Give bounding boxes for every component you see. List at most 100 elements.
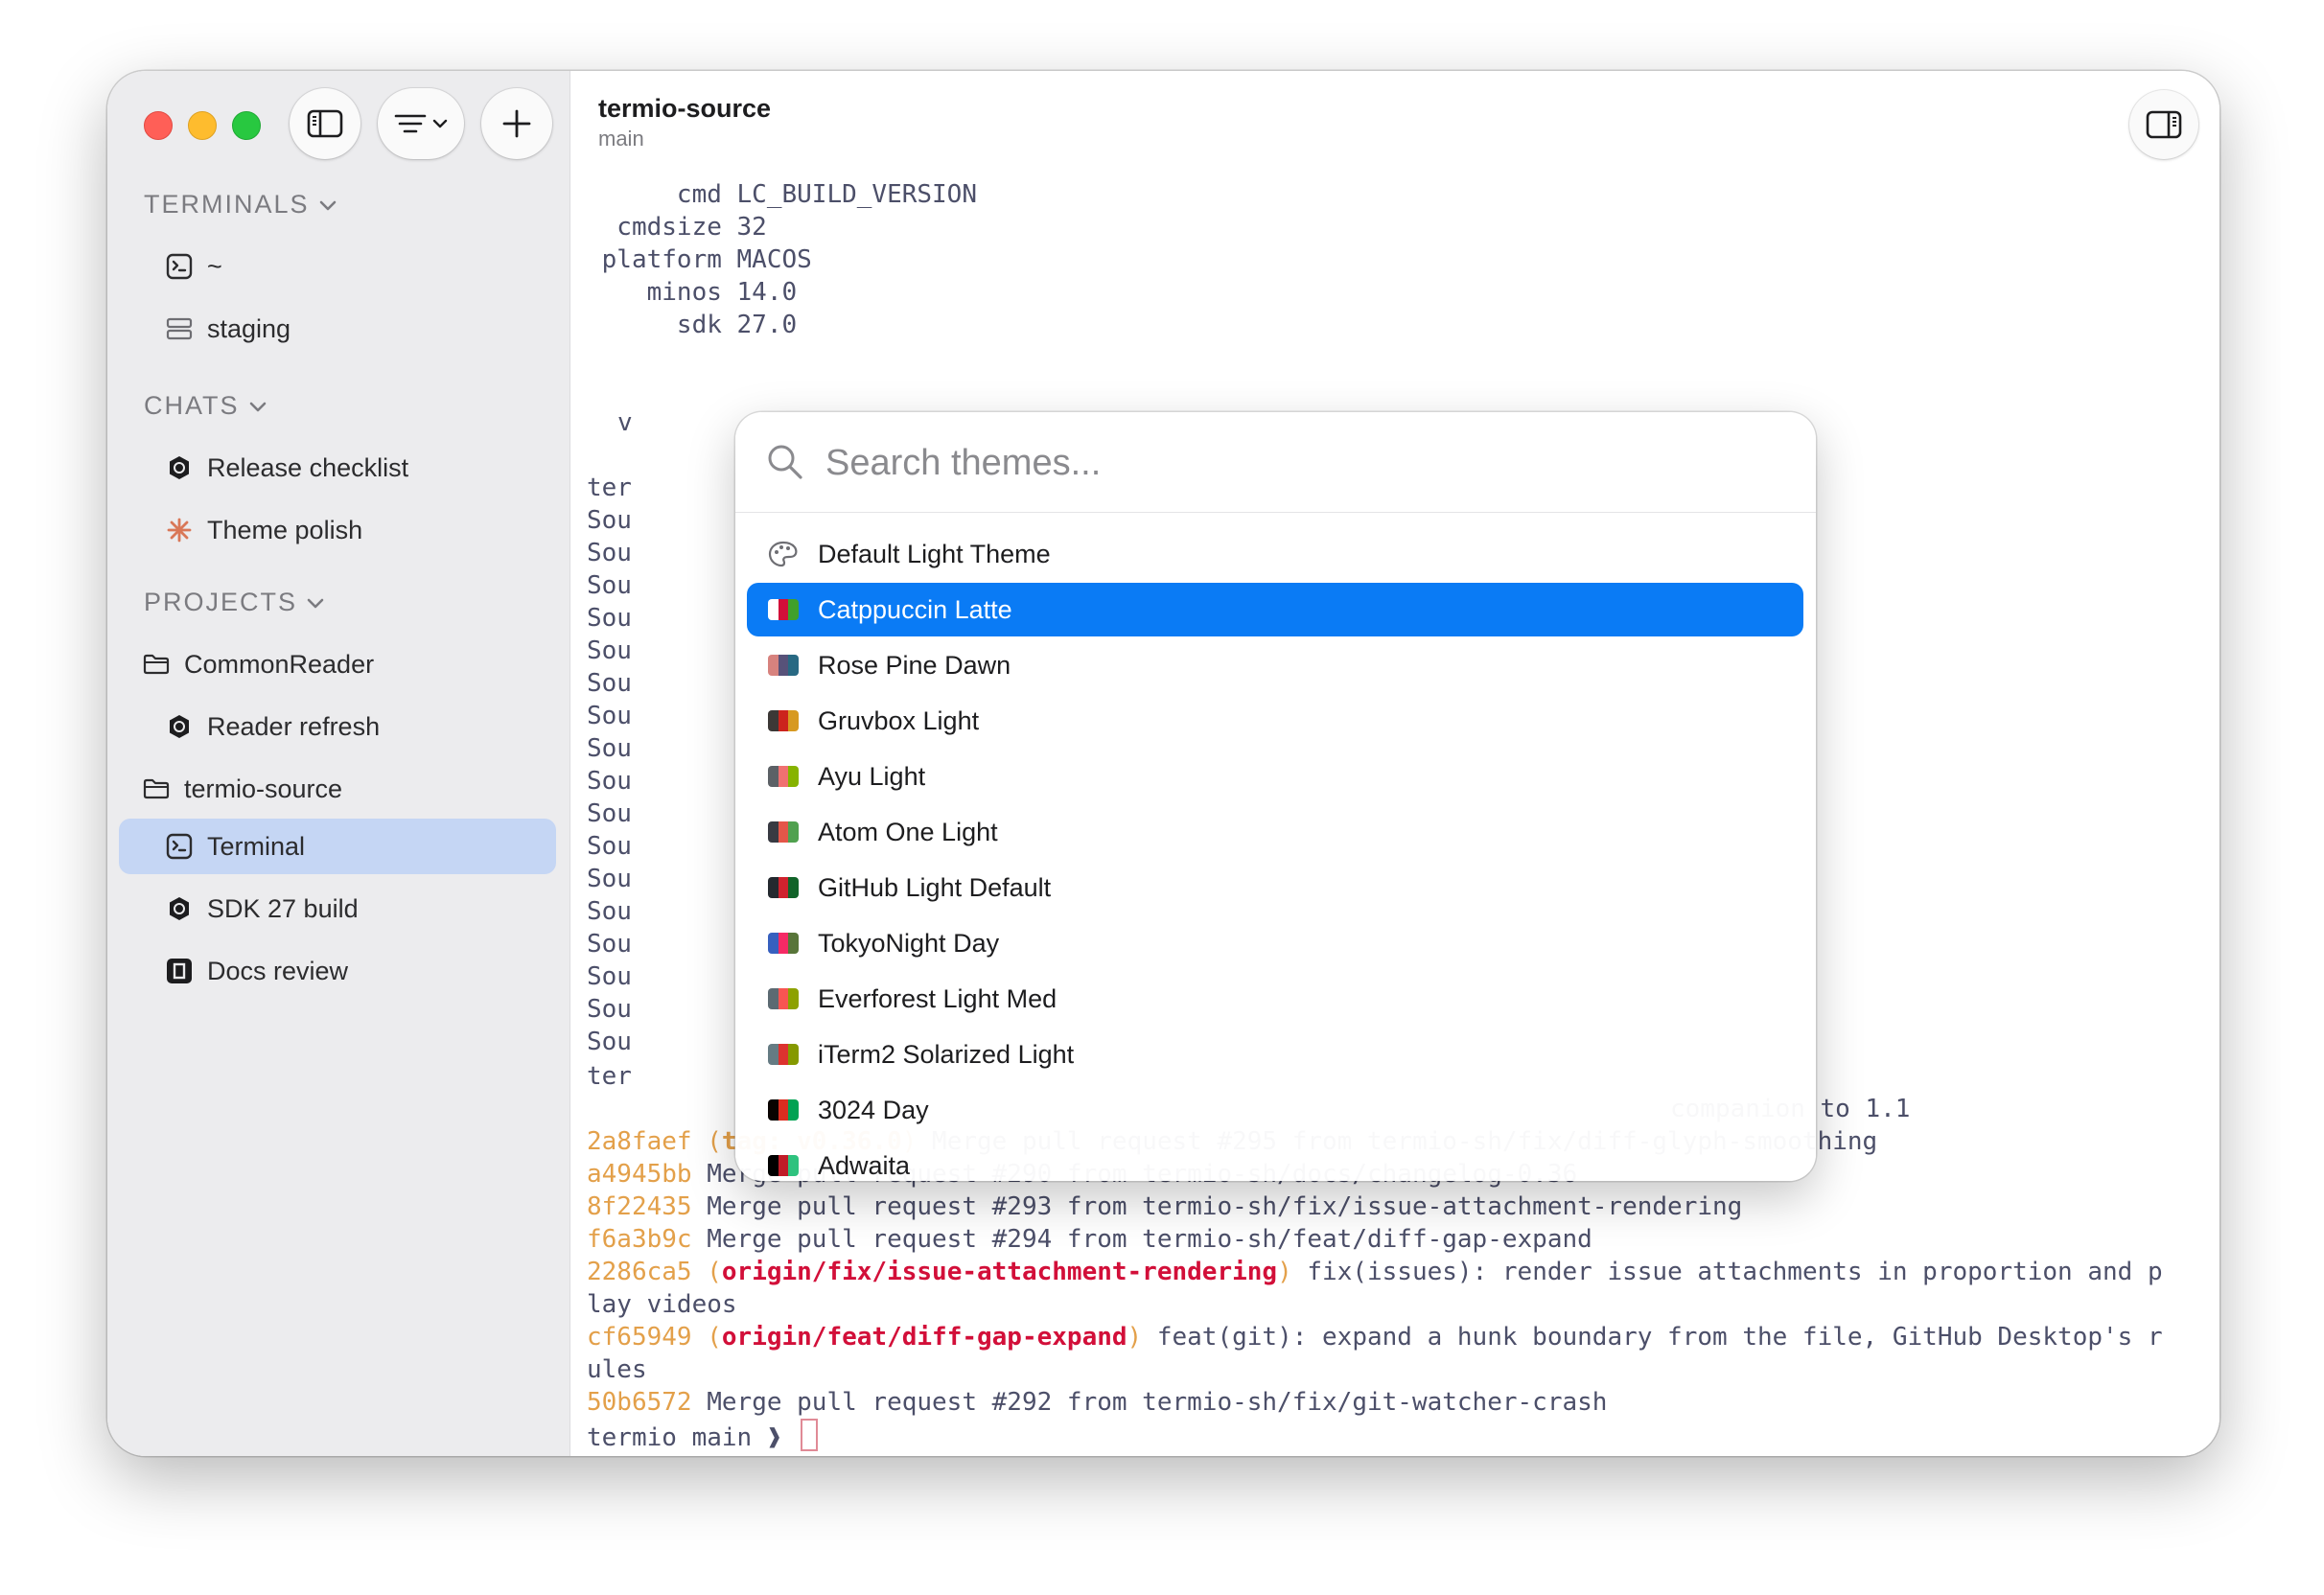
git-log-line: 50b6572 Merge pull request #292 from ter… [587,1386,1607,1419]
terminal-cursor [801,1419,819,1451]
theme-name: Rose Pine Dawn [818,650,1011,680]
minimize-window-button[interactable] [188,111,217,140]
ref-paren: ( [691,1323,722,1352]
terminal-line-fragment: ter [587,474,632,502]
theme-search-bar [735,412,1816,513]
chevron-down-icon [249,402,266,411]
terminal-line-fragment: Sou [587,702,632,730]
terminal-line-fragment: Sou [587,865,632,893]
sidebar-item-home-terminal[interactable]: ~ [165,239,222,294]
chevron-down-icon [307,598,324,608]
folder-icon [142,774,171,803]
theme-option[interactable]: Catppuccin Latte [747,583,1803,636]
branch-ref: origin/feat/diff-gap-expand [721,1323,1127,1352]
theme-search-input[interactable] [824,431,1767,495]
sidebar-item-commonreader[interactable]: CommonReader [142,636,374,692]
theme-option[interactable]: Rose Pine Dawn [747,638,1803,692]
git-log-line: ules [587,1353,647,1386]
section-header-projects[interactable]: PROJECTS [144,588,324,617]
sidebar-item-termio-source[interactable]: termio-source [142,761,342,817]
theme-option[interactable]: iTerm2 Solarized Light [747,1028,1803,1081]
zoom-window-button[interactable] [232,111,261,140]
claude-icon [165,516,194,544]
commit-hash: 8f22435 [587,1192,692,1221]
terminal-line-fragment: Sou [587,539,632,567]
theme-name: 3024 Day [818,1095,929,1124]
theme-swatch-icon [768,1099,799,1121]
terminal-line-fragment: Sou [587,962,632,991]
theme-name: TokyoNight Day [818,928,1000,958]
terminal-line-fragment: Sou [587,897,632,926]
shell-prompt[interactable]: termio main ❱ [587,1419,819,1452]
terminal-icon [165,252,194,281]
openai-icon [165,894,194,923]
theme-option[interactable]: TokyoNight Day [747,916,1803,970]
close-window-button[interactable] [144,111,173,140]
theme-swatch-icon [768,766,799,787]
ref-paren: ) [1277,1258,1292,1286]
sidebar-item-staging[interactable]: staging [165,301,290,357]
theme-option[interactable]: GitHub Light Default [747,861,1803,914]
terminal-line-fragment: Sou [587,767,632,796]
terminal-line-fragment: Sou [587,636,632,665]
commit-message: lay videos [587,1290,737,1319]
commit-hash: f6a3b9c [587,1225,692,1254]
commit-message: fix(issues): render issue attachments in… [1291,1258,2163,1286]
theme-option[interactable]: Ayu Light [747,750,1803,803]
theme-option[interactable]: Everforest Light Med [747,972,1803,1026]
toggle-sidebar-button[interactable] [290,88,360,159]
commit-hash: 50b6572 [587,1388,692,1417]
ref-paren: ) [1127,1323,1143,1352]
sort-lines-icon [394,114,427,133]
ref-paren: ( [691,1127,722,1156]
terminal-line: cmdsize 32 [587,213,767,242]
ref-paren: ( [691,1258,722,1286]
theme-picker-popover: Default Light Theme Catppuccin Latte Rose … [735,412,1816,1181]
terminal-line: sdk 27.0 [587,311,798,339]
theme-option[interactable]: Default Light Theme [747,527,1803,581]
terminal-line-fragment: Sou [587,799,632,828]
git-log-line: 2286ca5 (origin/fix/issue-attachment-ren… [587,1256,2163,1288]
sidebar-item-sdk-27-build[interactable]: SDK 27 build [165,881,359,936]
terminal-line-fragment: Sou [587,604,632,633]
theme-name: Adwaita [818,1150,911,1180]
folder-icon [142,650,171,679]
terminal-line: minos 14.0 [587,278,798,307]
terminal-line-fragment: Sou [587,1028,632,1056]
terminal-icon [165,832,194,861]
theme-option[interactable]: Adwaita [747,1139,1803,1181]
terminal-line: platform MACOS [587,245,812,274]
theme-name: GitHub Light Default [818,872,1052,902]
main-content: termio-source main cmd LC_BUILD_VERSION … [571,71,2219,1456]
theme-option[interactable]: 3024 Day [747,1083,1803,1137]
theme-swatch-icon [768,655,799,676]
section-header-terminals[interactable]: TERMINALS [144,190,337,220]
palette-icon [768,539,799,569]
terminal-line-fragment: v [617,408,633,437]
theme-option[interactable]: Gruvbox Light [747,694,1803,748]
sidebar-item-release-checklist[interactable]: Release checklist [165,440,408,496]
sidebar-item-theme-polish[interactable]: Theme polish [165,502,362,558]
terminal-line-fragment: Sou [587,669,632,698]
theme-name: Catppuccin Latte [818,594,1012,624]
theme-option[interactable]: Atom One Light [747,805,1803,859]
new-session-button[interactable] [481,88,552,159]
sidebar: TERMINALS ~ staging CHATS Release checkl… [107,71,570,1456]
sort-menu-button[interactable] [378,88,464,159]
sidebar-item-docs-review[interactable]: Docs review [165,943,348,999]
theme-name: Atom One Light [818,817,998,846]
search-icon [768,445,802,479]
openai-icon [165,453,194,482]
commit-hash: 2a8faef [587,1127,692,1156]
openai-icon [165,712,194,741]
server-icon [165,314,194,343]
sidebar-item-reader-refresh[interactable]: Reader refresh [165,699,380,754]
theme-swatch-icon [768,599,799,620]
theme-swatch-icon [768,710,799,731]
section-header-chats[interactable]: CHATS [144,391,267,421]
sidebar-item-terminal[interactable]: Terminal [119,819,556,874]
commit-message: feat(git): expand a hunk boundary from t… [1142,1323,2163,1352]
theme-name: Gruvbox Light [818,705,980,735]
theme-swatch-icon [768,821,799,843]
commit-message: Merge pull request #293 from termio-sh/f… [691,1192,1743,1221]
